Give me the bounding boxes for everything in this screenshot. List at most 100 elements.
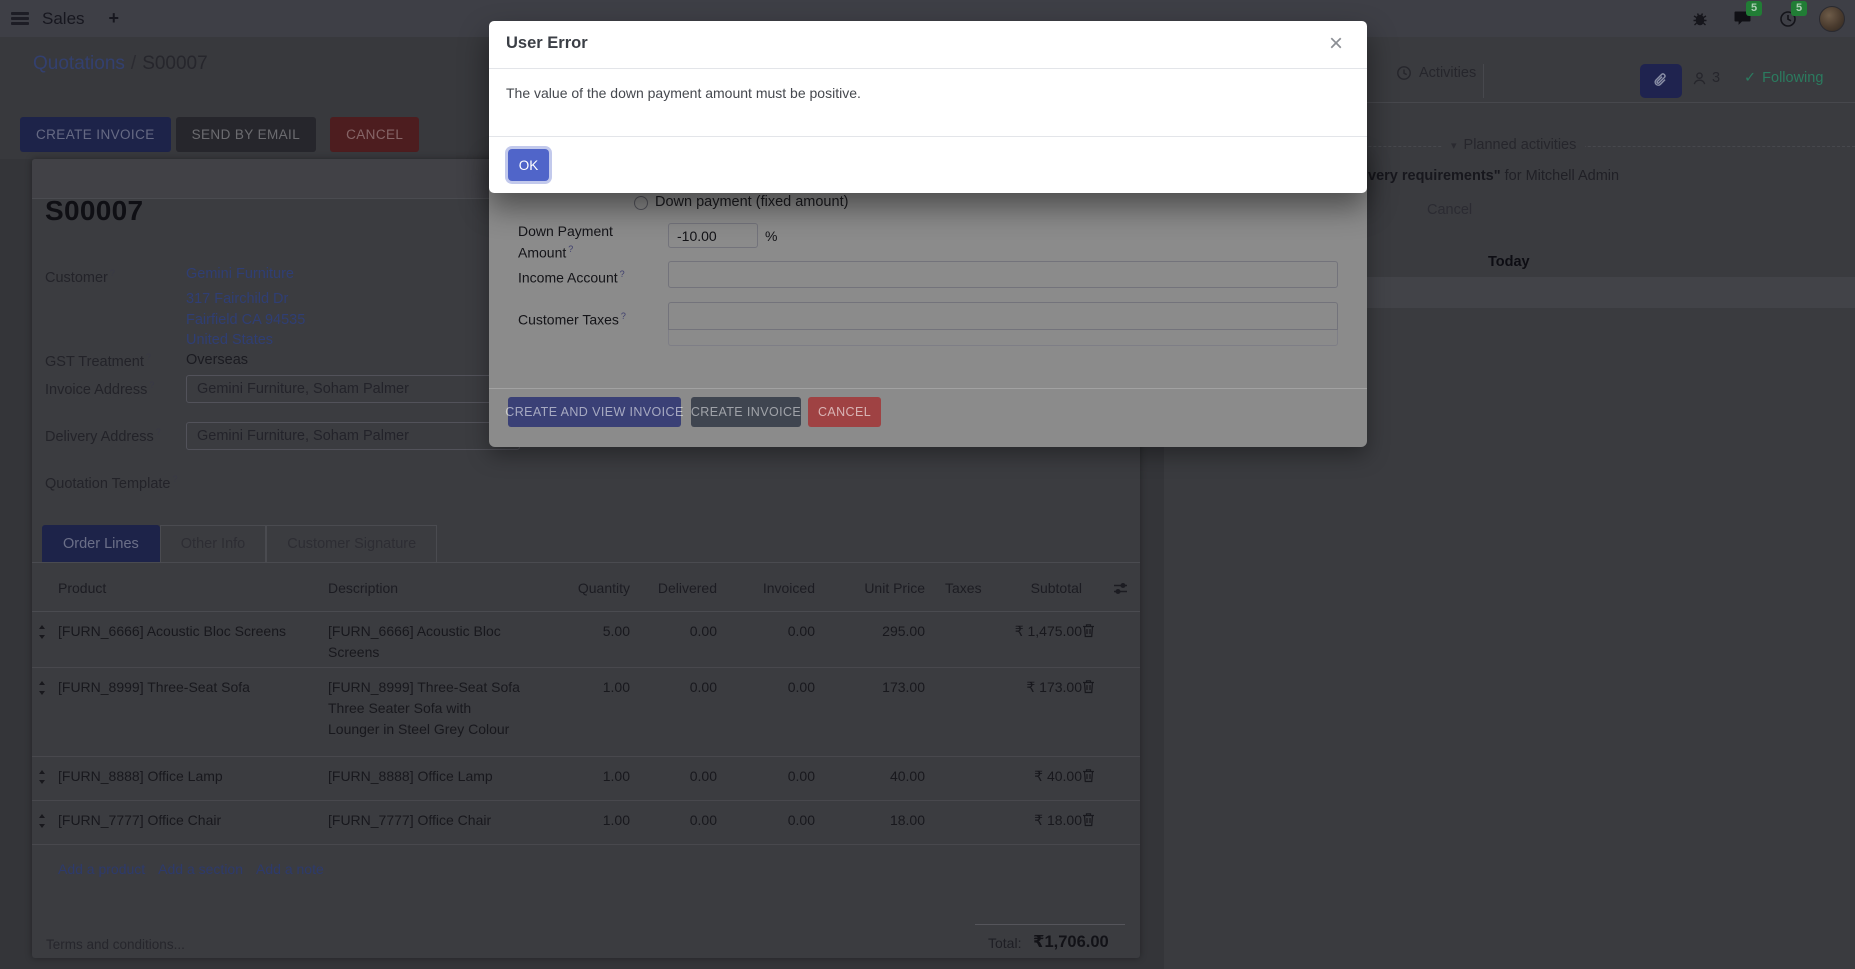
cell-quantity[interactable]: 1.00 xyxy=(538,757,630,800)
table-footer-links: Add a product Add a section Add a note xyxy=(32,845,1140,877)
cell-invoiced[interactable]: 0.00 xyxy=(717,612,815,667)
check-icon: ✓ xyxy=(1744,70,1756,86)
debug-bug-icon[interactable] xyxy=(1692,11,1708,27)
cell-product[interactable]: [FURN_6666] Acoustic Bloc Screens xyxy=(58,612,328,667)
user-avatar[interactable] xyxy=(1819,6,1845,32)
customer-address-line[interactable]: Fairfield CA 94535 xyxy=(186,310,305,331)
cell-unit-price[interactable]: 18.00 xyxy=(815,801,925,844)
cell-invoiced[interactable]: 0.00 xyxy=(717,668,815,756)
cell-product[interactable]: [FURN_8999] Three-Seat Sofa xyxy=(58,668,328,756)
delete-row-icon[interactable] xyxy=(1082,801,1136,844)
cell-product[interactable]: [FURN_8888] Office Lamp xyxy=(58,757,328,800)
add-a-note-link[interactable]: Add a note xyxy=(256,861,324,877)
cell-taxes[interactable] xyxy=(925,757,992,800)
messages-icon[interactable]: 5 xyxy=(1734,10,1753,27)
cell-quantity[interactable]: 5.00 xyxy=(538,612,630,667)
table-row[interactable]: [FURN_8999] Three-Seat Sofa [FURN_8999] … xyxy=(32,668,1140,757)
cell-quantity[interactable]: 1.00 xyxy=(538,668,630,756)
cell-delivered[interactable]: 0.00 xyxy=(630,801,717,844)
dialog-title: User Error xyxy=(506,34,588,53)
followers-button[interactable]: 3 xyxy=(1692,70,1720,86)
wizard-cancel-button[interactable]: CANCEL xyxy=(808,397,881,427)
drag-handle-icon[interactable] xyxy=(36,757,58,800)
send-by-email-button[interactable]: SEND BY EMAIL xyxy=(176,117,317,152)
cell-description[interactable]: [FURN_8999] Three-Seat Sofa Three Seater… xyxy=(328,668,538,756)
customer-name-link[interactable]: Gemini Furniture xyxy=(186,266,294,282)
planned-activities-toggle[interactable]: ▾ Planned activities xyxy=(1442,137,1585,153)
close-icon[interactable]: × xyxy=(1329,29,1343,59)
breadcrumb-quotations-link[interactable]: Quotations xyxy=(33,53,125,74)
col-subtotal[interactable]: Subtotal xyxy=(992,563,1082,611)
income-account-input[interactable] xyxy=(668,261,1338,288)
optional-columns-icon[interactable] xyxy=(1113,581,1128,596)
drag-handle-icon[interactable] xyxy=(36,668,58,756)
cell-delivered[interactable]: 0.00 xyxy=(630,668,717,756)
cell-taxes[interactable] xyxy=(925,668,992,756)
cell-delivered[interactable]: 0.00 xyxy=(630,757,717,800)
cell-delivered[interactable]: 0.00 xyxy=(630,612,717,667)
terms-and-conditions-placeholder[interactable]: Terms and conditions... xyxy=(46,937,185,952)
cell-unit-price[interactable]: 40.00 xyxy=(815,757,925,800)
cell-invoiced[interactable]: 0.00 xyxy=(717,757,815,800)
cell-product[interactable]: [FURN_7777] Office Chair xyxy=(58,801,328,844)
down-payment-fixed-radio-label[interactable]: Down payment (fixed amount) xyxy=(655,194,848,210)
customer-taxes-input[interactable] xyxy=(668,302,1338,346)
activity-cancel-link[interactable]: Cancel xyxy=(1427,202,1472,218)
cell-description[interactable]: [FURN_6666] Acoustic Bloc Screens xyxy=(328,612,538,667)
create-invoice-button[interactable]: CREATE INVOICE xyxy=(20,117,171,152)
tab-other-info[interactable]: Other Info xyxy=(160,525,266,562)
total-divider xyxy=(975,924,1125,925)
col-invoiced[interactable]: Invoiced xyxy=(717,563,815,611)
following-button[interactable]: ✓ Following xyxy=(1744,70,1823,86)
activities-clock-icon[interactable]: 5 xyxy=(1779,10,1797,28)
cell-unit-price[interactable]: 173.00 xyxy=(815,668,925,756)
delete-row-icon[interactable] xyxy=(1082,668,1136,756)
col-delivered[interactable]: Delivered xyxy=(630,563,717,611)
cell-invoiced[interactable]: 0.00 xyxy=(717,801,815,844)
delivery-address-input[interactable] xyxy=(186,422,520,450)
ok-button[interactable]: OK xyxy=(508,149,549,181)
cell-taxes[interactable] xyxy=(925,612,992,667)
tab-customer-signature[interactable]: Customer Signature xyxy=(266,525,437,562)
cell-description[interactable]: [FURN_7777] Office Chair xyxy=(328,801,538,844)
customer-address-line[interactable]: United States xyxy=(186,330,305,351)
customer-address[interactable]: 317 Fairchild Dr Fairfield CA 94535 Unit… xyxy=(186,289,305,351)
table-row[interactable]: [FURN_8888] Office Lamp [FURN_8888] Offi… xyxy=(32,757,1140,801)
percent-suffix: % xyxy=(765,227,777,245)
customer-address-line[interactable]: 317 Fairchild Dr xyxy=(186,289,305,310)
new-tab-button[interactable]: + xyxy=(109,8,120,29)
navbar-systray: 5 5 xyxy=(1666,6,1845,32)
down-payment-fixed-radio[interactable] xyxy=(634,196,648,210)
cell-unit-price[interactable]: 295.00 xyxy=(815,612,925,667)
delete-row-icon[interactable] xyxy=(1082,757,1136,800)
drag-handle-icon[interactable] xyxy=(36,612,58,667)
tab-order-lines[interactable]: Order Lines xyxy=(42,525,160,562)
attachments-button[interactable] xyxy=(1640,64,1682,98)
wizard-create-invoice-button[interactable]: CREATE INVOICE xyxy=(691,397,801,427)
col-unit-price[interactable]: Unit Price xyxy=(815,563,925,611)
quotation-number-title: S00007 xyxy=(45,195,143,227)
add-a-product-link[interactable]: Add a product xyxy=(58,861,145,877)
income-account-label: Income Account? xyxy=(518,265,625,287)
cell-description[interactable]: [FURN_8888] Office Lamp xyxy=(328,757,538,800)
invoice-address-input[interactable] xyxy=(186,375,520,403)
cancel-button[interactable]: CANCEL xyxy=(330,117,419,152)
add-a-section-link[interactable]: Add a section xyxy=(158,861,243,877)
table-row[interactable]: [FURN_6666] Acoustic Bloc Screens [FURN_… xyxy=(32,612,1140,668)
chatter-activities-tab[interactable]: Activities xyxy=(1396,65,1476,81)
delete-row-icon[interactable] xyxy=(1082,612,1136,667)
table-row[interactable]: [FURN_7777] Office Chair [FURN_7777] Off… xyxy=(32,801,1140,845)
col-quantity[interactable]: Quantity xyxy=(538,563,630,611)
cell-taxes[interactable] xyxy=(925,801,992,844)
col-product[interactable]: Product xyxy=(58,563,328,611)
col-description[interactable]: Description xyxy=(328,563,538,611)
cell-quantity[interactable]: 1.00 xyxy=(538,801,630,844)
drag-handle-icon[interactable] xyxy=(36,801,58,844)
down-payment-amount-input[interactable] xyxy=(668,223,758,248)
cell-subtotal: ₹ 1,475.00 xyxy=(992,612,1082,667)
app-menu-sales[interactable]: Sales xyxy=(42,9,85,29)
hamburger-menu-icon[interactable] xyxy=(11,12,29,25)
messages-count-badge: 5 xyxy=(1746,1,1762,16)
create-and-view-invoice-button[interactable]: CREATE AND VIEW INVOICE xyxy=(508,397,681,427)
col-taxes[interactable]: Taxes xyxy=(925,563,992,611)
